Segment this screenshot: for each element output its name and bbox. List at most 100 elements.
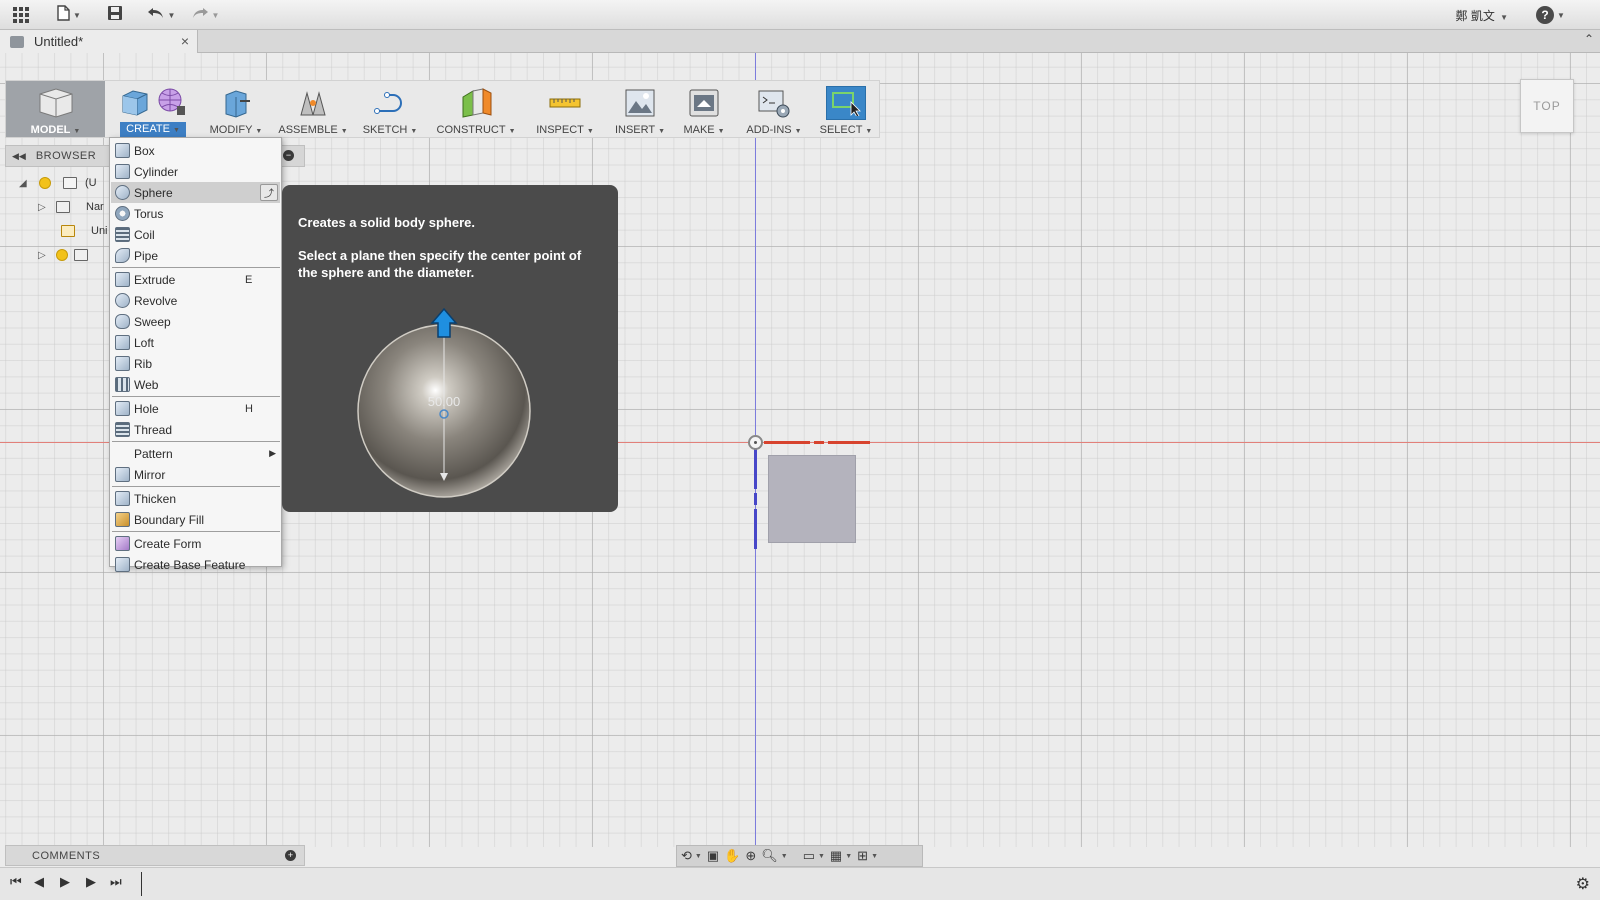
go-to-end-icon[interactable]: ⏭ bbox=[110, 874, 122, 890]
menu-item-web[interactable]: Web bbox=[111, 374, 280, 395]
modify-icon bbox=[225, 90, 250, 118]
menu-item-sweep[interactable]: Sweep bbox=[111, 311, 280, 332]
add-comment-icon[interactable]: + bbox=[285, 850, 296, 861]
expand-triangle-icon[interactable]: ▷ bbox=[38, 250, 50, 261]
construct-label: CONSTRUCT ▼ bbox=[436, 124, 516, 136]
timeline-marker[interactable] bbox=[141, 872, 142, 896]
menu-item-cylinder[interactable]: Cylinder bbox=[111, 161, 280, 182]
menu-item-boundary-fill[interactable]: Boundary Fill bbox=[111, 509, 280, 530]
create-label: CREATE ▼ bbox=[120, 122, 186, 137]
help-button[interactable]: ? ▼ bbox=[1536, 4, 1576, 26]
inspect-menu-button[interactable]: INSPECT ▼ bbox=[532, 81, 598, 137]
menu-item-rib[interactable]: Rib bbox=[111, 353, 280, 374]
menu-item-create-form[interactable]: Create Form bbox=[111, 533, 280, 554]
application-bar: ▼ ▼ ▼ 鄭 凱文 ▼ ? ▼ bbox=[0, 0, 1600, 30]
pin-to-toolbar-icon[interactable]: ⤴ bbox=[260, 184, 278, 201]
go-to-start-icon[interactable]: ⏮ bbox=[10, 874, 22, 890]
make-menu-button[interactable]: MAKE ▼ bbox=[678, 81, 730, 137]
grid-settings-icon[interactable]: ▦ ▼ bbox=[830, 848, 852, 864]
inspect-label: INSPECT ▼ bbox=[536, 124, 594, 136]
close-tab-icon[interactable]: × bbox=[181, 33, 189, 49]
expand-triangle-icon[interactable]: ▷ bbox=[38, 202, 50, 213]
menu-item-hole[interactable]: Hole H bbox=[111, 398, 280, 419]
chevron-down-icon: ▼ bbox=[211, 10, 220, 20]
document-title: Untitled* bbox=[34, 34, 84, 49]
undo-button[interactable]: ▼ bbox=[144, 4, 178, 26]
step-forward-icon[interactable]: ▶ bbox=[86, 874, 96, 890]
workspace-model-button[interactable]: MODEL ▼ bbox=[6, 81, 105, 137]
grid-apps-icon[interactable] bbox=[10, 4, 32, 26]
tooltip-description: Select a plane then specify the center p… bbox=[298, 248, 582, 280]
addins-icon bbox=[758, 90, 790, 118]
file-menu-button[interactable]: ▼ bbox=[54, 4, 84, 26]
sketch-label: SKETCH ▼ bbox=[362, 124, 418, 136]
redo-icon bbox=[191, 6, 209, 25]
browser-row-units[interactable]: Uni bbox=[61, 220, 108, 242]
expand-triangle-icon[interactable]: ◢ bbox=[19, 178, 31, 189]
form-icon bbox=[158, 88, 185, 115]
select-menu-button[interactable]: SELECT ▼ bbox=[816, 81, 876, 137]
menu-separator bbox=[112, 396, 280, 397]
make-3d-print-icon bbox=[689, 89, 719, 117]
gear-icon[interactable]: ⚙ bbox=[1576, 874, 1590, 894]
menu-item-sphere[interactable]: Sphere ⤴ bbox=[111, 182, 280, 203]
browser-row-named-views[interactable]: ▷ Nar bbox=[38, 196, 104, 218]
loft-icon bbox=[115, 335, 130, 350]
construct-menu-button[interactable]: CONSTRUCT ▼ bbox=[432, 81, 520, 137]
collapse-browser-icon[interactable]: ◀◀ bbox=[12, 151, 26, 162]
addins-label: ADD-INS ▼ bbox=[746, 124, 802, 136]
menu-item-pattern[interactable]: Pattern ▶ bbox=[111, 443, 280, 464]
comments-panel[interactable]: COMMENTS + bbox=[5, 845, 305, 866]
zoom-window-icon[interactable]: 🔍︎ ▼ bbox=[761, 848, 787, 864]
menu-item-create-base-feature[interactable]: Create Base Feature bbox=[111, 554, 280, 575]
menu-item-pipe[interactable]: Pipe bbox=[111, 245, 280, 266]
pan-icon[interactable]: ✋ bbox=[724, 848, 740, 864]
visibility-bulb-icon[interactable] bbox=[39, 177, 51, 189]
menu-separator bbox=[112, 441, 280, 442]
insert-menu-button[interactable]: INSERT ▼ bbox=[610, 81, 670, 137]
menu-item-box[interactable]: Box bbox=[111, 140, 280, 161]
modify-label: MODIFY ▼ bbox=[209, 124, 263, 136]
construct-icon bbox=[462, 88, 492, 118]
browser-row-root[interactable]: ◢ (U bbox=[19, 172, 97, 194]
menu-item-coil[interactable]: Coil bbox=[111, 224, 280, 245]
toolbar: MODEL ▼ CREATE ▼ MODIFY ▼ ASSEMBLE ▼ SKETCH ▼… bbox=[5, 80, 880, 138]
user-menu[interactable]: 鄭 凱文 ▼ bbox=[1456, 7, 1508, 24]
look-at-icon[interactable]: ▣ bbox=[707, 848, 719, 864]
orbit-icon[interactable]: ⟲ ▼ bbox=[681, 848, 702, 864]
menu-item-thicken[interactable]: Thicken bbox=[111, 488, 280, 509]
redo-button[interactable]: ▼ bbox=[188, 4, 222, 26]
menu-item-loft[interactable]: Loft bbox=[111, 332, 280, 353]
collapse-icon[interactable]: ⌃ bbox=[1584, 32, 1594, 46]
viewports-icon[interactable]: ⊞ ▼ bbox=[857, 848, 878, 864]
document-tab[interactable]: Untitled* × bbox=[0, 30, 198, 53]
select-icon bbox=[826, 86, 866, 120]
sketch-profile[interactable] bbox=[768, 455, 856, 543]
assemble-label: ASSEMBLE ▼ bbox=[278, 124, 348, 136]
chevron-down-icon: ▼ bbox=[1497, 13, 1508, 22]
play-icon[interactable]: ▶ bbox=[60, 874, 70, 890]
modify-menu-button[interactable]: MODIFY ▼ bbox=[204, 81, 268, 137]
origin-point[interactable] bbox=[748, 435, 763, 450]
box-icon bbox=[115, 143, 130, 158]
sketch-menu-button[interactable]: SKETCH ▼ bbox=[358, 81, 422, 137]
view-cube[interactable]: TOP bbox=[1520, 79, 1574, 133]
browser-row-origin[interactable]: ▷ bbox=[38, 244, 88, 266]
menu-item-torus[interactable]: Torus bbox=[111, 203, 280, 224]
browser-options-icon[interactable]: − bbox=[283, 150, 294, 161]
zoom-fit-icon[interactable]: ⊕ bbox=[745, 848, 756, 864]
display-settings-icon[interactable]: ▭ ▼ bbox=[803, 848, 825, 864]
timeline-bar: ⏮ ◀ ▶ ▶ ⏭ ⚙ bbox=[0, 867, 1600, 900]
menu-item-mirror[interactable]: Mirror bbox=[111, 464, 280, 485]
create-menu-button[interactable]: CREATE ▼ bbox=[108, 81, 198, 137]
assemble-menu-button[interactable]: ASSEMBLE ▼ bbox=[278, 81, 348, 137]
sphere-icon bbox=[115, 185, 130, 200]
menu-item-thread[interactable]: Thread bbox=[111, 419, 280, 440]
menu-item-extrude[interactable]: Extrude E bbox=[111, 269, 280, 290]
addins-menu-button[interactable]: ADD-INS ▼ bbox=[740, 81, 808, 137]
step-back-icon[interactable]: ◀ bbox=[34, 874, 44, 890]
save-button[interactable] bbox=[104, 4, 126, 26]
menu-item-revolve[interactable]: Revolve bbox=[111, 290, 280, 311]
browser-row-label: Nar bbox=[86, 201, 104, 213]
visibility-bulb-icon[interactable] bbox=[56, 249, 68, 261]
